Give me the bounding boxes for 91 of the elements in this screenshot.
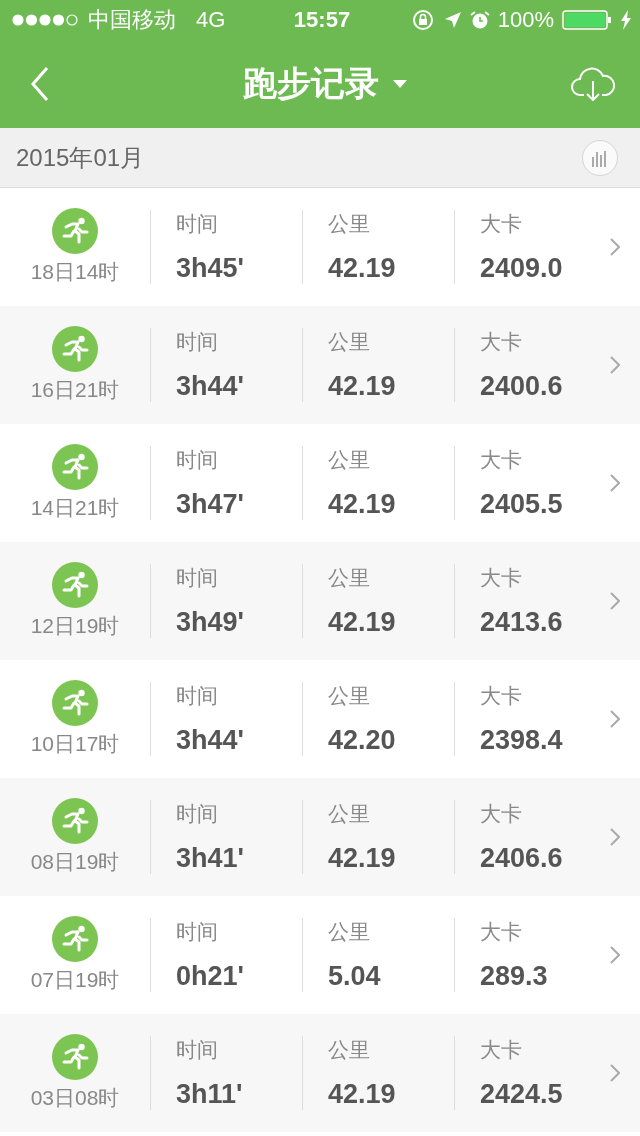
calories-value: 2409.0	[480, 253, 564, 284]
chevron-icon	[610, 710, 620, 728]
time-label: 时间	[176, 801, 219, 827]
time-label: 时间	[176, 919, 219, 945]
distance-value: 42.19	[328, 253, 397, 284]
calories-label: 大卡	[480, 801, 523, 827]
record-datetime: 08日19时	[30, 849, 120, 875]
time-label: 时间	[176, 683, 219, 709]
caret-icon	[393, 80, 407, 88]
record-datetime: 12日19时	[30, 613, 120, 639]
signal-icon	[12, 14, 80, 26]
record-datetime: 14日21时	[30, 495, 120, 521]
cloud-download-button[interactable]	[570, 67, 616, 101]
runner-icon	[52, 326, 98, 372]
calories-value: 2405.5	[480, 489, 564, 520]
carrier-name: 中国移动	[88, 6, 176, 34]
calories-label: 大卡	[480, 565, 523, 591]
distance-label: 公里	[328, 447, 371, 473]
chevron-icon	[610, 356, 620, 374]
record-datetime: 03日08时	[30, 1085, 120, 1111]
network-type: 4G	[196, 7, 226, 33]
battery-percent: 100%	[497, 7, 554, 33]
record-row[interactable]: 08日19时 时间 3h41' 公里 42.19 大卡 2406.6	[0, 778, 640, 896]
time-value: 3h47'	[176, 489, 245, 520]
calories-label: 大卡	[480, 211, 523, 237]
runner-icon	[52, 798, 98, 844]
calories-label: 大卡	[480, 447, 523, 473]
time-label: 时间	[176, 565, 219, 591]
runner-icon	[52, 444, 98, 490]
distance-value: 42.19	[328, 843, 397, 874]
calories-value: 289.3	[480, 961, 549, 992]
distance-label: 公里	[328, 801, 371, 827]
distance-value: 5.04	[328, 961, 382, 992]
alarm-icon	[469, 10, 490, 30]
charging-bolt-icon	[620, 10, 632, 30]
distance-label: 公里	[328, 329, 371, 355]
time-value: 3h41'	[176, 843, 245, 874]
distance-label: 公里	[328, 565, 371, 591]
chevron-icon	[610, 474, 620, 492]
distance-value: 42.19	[328, 489, 397, 520]
calories-value: 2424.5	[480, 1079, 564, 1110]
distance-value: 42.19	[328, 607, 397, 638]
time-label: 时间	[176, 329, 219, 355]
calories-label: 大卡	[480, 329, 523, 355]
clock-time: 15:57	[293, 7, 351, 33]
time-value: 0h21'	[176, 961, 245, 992]
record-datetime: 16日21时	[30, 377, 120, 403]
distance-label: 公里	[328, 1037, 371, 1063]
runner-icon	[52, 916, 98, 962]
distance-label: 公里	[328, 683, 371, 709]
distance-label: 公里	[328, 211, 371, 237]
record-row[interactable]: 03日08时 时间 3h11' 公里 42.19 大卡 2424.5	[0, 1014, 640, 1132]
chart-button[interactable]	[582, 139, 618, 176]
back-button[interactable]	[30, 66, 50, 102]
time-label: 时间	[176, 211, 219, 237]
chevron-icon	[610, 238, 620, 256]
time-label: 时间	[176, 447, 219, 473]
time-value: 3h11'	[176, 1079, 244, 1110]
chevron-icon	[610, 592, 620, 610]
time-value: 3h45'	[176, 253, 245, 284]
time-value: 3h49'	[176, 607, 245, 638]
calories-value: 2413.6	[480, 607, 564, 638]
time-label: 时间	[176, 1037, 219, 1063]
location-arrow-icon	[443, 11, 462, 29]
time-value: 3h44'	[176, 725, 245, 756]
chevron-icon	[610, 946, 620, 964]
record-row[interactable]: 16日21时 时间 3h44' 公里 42.19 大卡 2400.6	[0, 306, 640, 424]
runner-icon	[52, 1034, 98, 1080]
calories-value: 2406.6	[480, 843, 564, 874]
battery-icon	[562, 10, 612, 30]
chevron-icon	[610, 828, 620, 846]
rotation-lock-icon	[411, 9, 436, 31]
record-datetime: 10日17时	[30, 731, 120, 757]
distance-value: 42.20	[328, 725, 397, 756]
runner-icon	[52, 680, 98, 726]
runner-icon	[52, 562, 98, 608]
time-value: 3h44'	[176, 371, 245, 402]
calories-label: 大卡	[480, 683, 523, 709]
runner-icon	[52, 208, 98, 254]
calories-label: 大卡	[480, 1037, 523, 1063]
calories-value: 2398.4	[480, 725, 564, 756]
record-datetime: 07日19时	[30, 967, 120, 993]
chevron-icon	[610, 1064, 620, 1082]
distance-value: 42.19	[328, 1079, 397, 1110]
distance-value: 42.19	[328, 371, 397, 402]
distance-label: 公里	[328, 919, 371, 945]
calories-value: 2400.6	[480, 371, 564, 402]
record-row[interactable]: 12日19时 时间 3h49' 公里 42.19 大卡 2413.6	[0, 542, 640, 660]
calories-label: 大卡	[480, 919, 523, 945]
month-label: 2015年01月	[16, 142, 145, 173]
record-datetime: 18日14时	[30, 259, 120, 285]
